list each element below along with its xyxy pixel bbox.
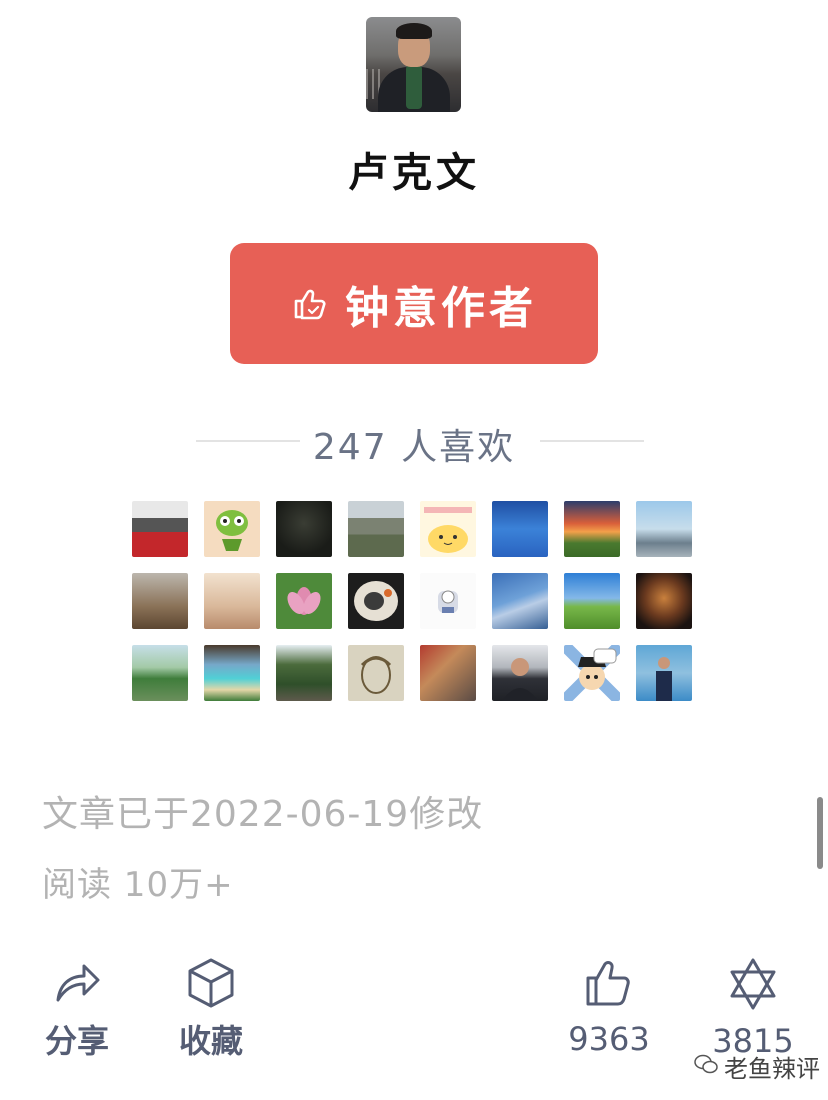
liker-avatar[interactable] <box>420 573 476 629</box>
author-avatar[interactable] <box>366 17 461 112</box>
cube-icon <box>184 958 238 1014</box>
liker-avatar[interactable] <box>636 501 692 557</box>
watermark-text: 老鱼辣评 <box>724 1055 820 1083</box>
article-read-count: 阅读 10万+ <box>42 865 234 905</box>
liker-avatar[interactable] <box>420 501 476 557</box>
like-author-button[interactable]: 钟意作者 <box>230 243 598 364</box>
liker-avatar[interactable] <box>492 573 548 629</box>
share-button[interactable]: 分享 <box>40 956 114 1062</box>
liker-avatar[interactable] <box>636 573 692 629</box>
liker-avatar[interactable] <box>564 501 620 557</box>
wow-button[interactable]: 3815 <box>708 956 798 1060</box>
thumb-up-icon <box>582 961 636 1014</box>
wechat-icon <box>694 1053 718 1081</box>
liker-avatar[interactable] <box>276 501 332 557</box>
like-author-label: 钟意作者 <box>345 282 537 334</box>
liker-avatar[interactable] <box>276 573 332 629</box>
favorite-button[interactable]: 收藏 <box>174 956 248 1062</box>
star-of-david-icon <box>725 958 781 1016</box>
like-button[interactable]: 9363 <box>564 956 654 1058</box>
liker-avatar[interactable] <box>348 501 404 557</box>
liker-avatar[interactable] <box>348 645 404 701</box>
likers-count: 247 人喜欢 <box>312 427 516 468</box>
liker-avatar[interactable] <box>492 645 548 701</box>
article-modified-date: 文章已于2022-06-19修改 <box>42 794 484 835</box>
favorite-label: 收藏 <box>178 1022 243 1060</box>
liker-avatar[interactable] <box>204 501 260 557</box>
watermark: 老鱼辣评 <box>694 1049 820 1084</box>
share-label: 分享 <box>44 1022 109 1060</box>
like-count: 9363 <box>568 1020 650 1058</box>
liker-avatar[interactable] <box>204 645 260 701</box>
liker-avatar[interactable] <box>492 501 548 557</box>
liker-avatar[interactable] <box>564 645 620 701</box>
author-name[interactable]: 卢克文 <box>0 140 828 198</box>
liker-avatar[interactable] <box>132 501 188 557</box>
liker-avatar[interactable] <box>132 645 188 701</box>
thumb-up-icon <box>291 286 327 322</box>
liker-avatar[interactable] <box>204 573 260 629</box>
liker-avatar[interactable] <box>636 645 692 701</box>
liker-avatar[interactable] <box>276 645 332 701</box>
liker-avatar[interactable] <box>132 573 188 629</box>
liker-avatar[interactable] <box>564 573 620 629</box>
liker-avatar[interactable] <box>348 573 404 629</box>
liker-avatar[interactable] <box>420 645 476 701</box>
scrollbar[interactable] <box>817 797 823 869</box>
share-icon <box>50 964 104 1014</box>
